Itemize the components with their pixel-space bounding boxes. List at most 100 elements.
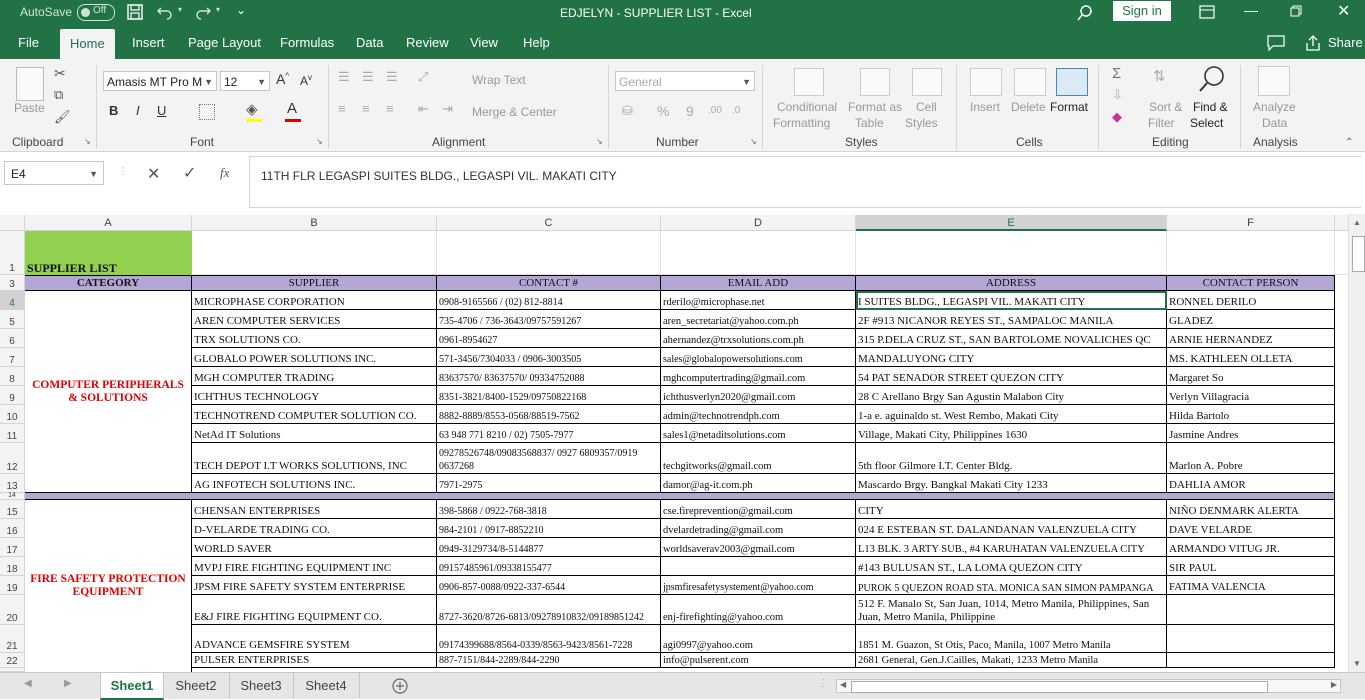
borders-icon[interactable]	[199, 104, 215, 120]
contact-person-cell[interactable]: Jasmine Andres	[1167, 424, 1335, 443]
email-cell[interactable]: ichthusverlyn2020@gmail.com	[661, 386, 856, 405]
save-icon[interactable]	[127, 4, 143, 20]
delete-cells-icon[interactable]	[1014, 68, 1046, 96]
tab-split-grip-icon[interactable]: ⋮	[818, 678, 828, 689]
select-all-corner[interactable]	[0, 215, 25, 231]
increase-font-icon[interactable]: A^	[276, 71, 289, 87]
previous-sheet-icon[interactable]: ◀	[24, 678, 32, 689]
horizontal-scroll-thumb[interactable]	[851, 681, 1268, 693]
row-header[interactable]: 19	[0, 576, 25, 595]
email-cell[interactable]: worldsaverav2003@gmail.com	[661, 538, 856, 557]
contact-person-cell[interactable]: MS. KATHLEEN OLLETA	[1167, 348, 1335, 367]
analyze-data-label-2[interactable]: Data	[1262, 116, 1287, 131]
header-address[interactable]: ADDRESS	[856, 275, 1167, 291]
share-button[interactable]: Share	[1328, 35, 1363, 50]
number-format-combo[interactable]: General ▼	[615, 71, 755, 91]
header-contact[interactable]: CONTACT #	[437, 275, 661, 291]
address-cell[interactable]: 1-a e. aguinaldo st. West Rembo, Makati …	[856, 405, 1167, 424]
email-cell[interactable]: aren_secretariat@yahoo.com.ph	[661, 310, 856, 329]
row-header[interactable]: 9	[0, 386, 25, 405]
address-cell[interactable]: Mascardo Brgy. Bangkal Makati City 1233	[856, 474, 1167, 493]
sign-in-button[interactable]: Sign in	[1113, 1, 1171, 21]
column-header-c[interactable]: C	[437, 215, 661, 231]
share-icon[interactable]	[1305, 35, 1321, 51]
address-cell[interactable]: 5th floor Gilmore I.T. Center Bldg.	[856, 443, 1167, 474]
header-supplier[interactable]: SUPPLIER	[192, 275, 437, 291]
fill-icon[interactable]: ⇩	[1112, 87, 1123, 103]
row-header[interactable]: 4	[0, 291, 25, 310]
font-name-combo[interactable]: Amasis MT Pro M ▼	[103, 71, 217, 91]
vertical-scrollbar[interactable]: ▲ ▼	[1348, 214, 1365, 672]
tab-help[interactable]: Help	[513, 26, 560, 59]
find-select-icon[interactable]	[1198, 65, 1226, 93]
row-header[interactable]: 1	[0, 231, 25, 275]
format-as-table-icon[interactable]	[860, 68, 890, 96]
format-as-table-label-1[interactable]: Format as	[848, 100, 902, 115]
address-cell[interactable]: 1851 M. Guazon, St Otis, Paco, Manila, 1…	[856, 625, 1167, 653]
sheet-tab-sheet4[interactable]: Sheet4	[293, 673, 360, 698]
align-middle-icon[interactable]: ☰	[362, 69, 374, 85]
conditional-formatting-label-2[interactable]: Formatting	[773, 116, 830, 131]
alignment-launcher-icon[interactable]: ↘	[596, 137, 603, 146]
sheet-tab-sheet3[interactable]: Sheet3	[229, 673, 294, 698]
close-icon[interactable]: ✕	[1337, 1, 1350, 21]
merge-center-button[interactable]: Merge & Center	[472, 105, 557, 119]
contact-person-cell[interactable]: FATIMA VALENCIA	[1167, 576, 1335, 595]
tab-data[interactable]: Data	[346, 26, 393, 59]
supplier-cell[interactable]: TECH DEPOT I.T WORKS SOLUTIONS, INC	[192, 443, 437, 474]
row-header[interactable]: 7	[0, 348, 25, 367]
header-contact-person[interactable]: CONTACT PERSON	[1167, 275, 1335, 291]
scroll-up-icon[interactable]: ▲	[1353, 218, 1361, 227]
format-as-table-label-2[interactable]: Table	[855, 116, 884, 131]
number-launcher-icon[interactable]: ↘	[750, 137, 757, 146]
row-header[interactable]: 18	[0, 557, 25, 576]
row-header[interactable]: 3	[0, 275, 25, 291]
align-left-icon[interactable]: ≡	[338, 101, 346, 116]
contact-person-cell[interactable]: DAHLIA AMOR	[1167, 474, 1335, 493]
header-email[interactable]: EMAIL ADD	[661, 275, 856, 291]
supplier-cell[interactable]: MICROPHASE CORPORATION	[192, 291, 437, 310]
address-cell[interactable]: Village, Makati City, Philippines 1630	[856, 424, 1167, 443]
cell-styles-label-1[interactable]: Cell	[916, 100, 937, 115]
row-header[interactable]: 22	[0, 653, 25, 668]
contact-person-cell[interactable]	[1167, 625, 1335, 653]
contact-cell[interactable]: 0949-3129734/8-5144877	[437, 538, 661, 557]
supplier-cell[interactable]: PULSER ENTERPRISES	[192, 653, 437, 668]
contact-person-cell[interactable]: SIR PAUL	[1167, 557, 1335, 576]
address-cell[interactable]: 2681 General, Gen.J.Cailles, Makati, 123…	[856, 653, 1167, 668]
supplier-cell[interactable]: TRX SOLUTIONS CO.	[192, 329, 437, 348]
align-right-icon[interactable]: ≡	[386, 101, 394, 116]
cancel-entry-icon[interactable]: ✕	[147, 164, 160, 184]
contact-person-cell[interactable]: ARMANDO VITUG JR.	[1167, 538, 1335, 557]
search-icon[interactable]	[1076, 4, 1094, 22]
supplier-cell[interactable]: ADVANCE GEMSFIRE SYSTEM	[192, 625, 437, 653]
conditional-formatting-icon[interactable]	[794, 68, 824, 96]
supplier-cell[interactable]: ICHTHUS TECHNOLOGY	[192, 386, 437, 405]
increase-indent-icon[interactable]: ⇥	[442, 101, 453, 117]
email-cell[interactable]: mghcomputertrading@gmail.com	[661, 367, 856, 386]
contact-person-cell[interactable]: NIÑO DENMARK ALERTA	[1167, 500, 1335, 519]
supplier-cell[interactable]: AG INFOTECH SOLUTIONS INC.	[192, 474, 437, 493]
column-header-d[interactable]: D	[661, 215, 856, 231]
minimize-icon[interactable]: —	[1244, 2, 1258, 18]
horizontal-scrollbar[interactable]: ◀ ▶	[836, 679, 1341, 693]
row-header[interactable]: 21	[0, 625, 25, 653]
align-top-icon[interactable]: ☰	[338, 69, 350, 85]
autosave-toggle[interactable]: Off	[77, 4, 115, 21]
row-header[interactable]: 20	[0, 595, 25, 625]
supplier-cell[interactable]: MVPJ FIRE FIGHTING EQUIPMENT INC	[192, 557, 437, 576]
email-cell[interactable]: rderilo@microphase.net	[661, 291, 856, 310]
paste-button[interactable]: Paste	[14, 101, 45, 116]
supplier-cell[interactable]: CHENSAN ENTERPRISES	[192, 500, 437, 519]
font-launcher-icon[interactable]: ↘	[316, 137, 323, 146]
contact-cell[interactable]: 09174399688/8564-0339/8563-9423/8561-722…	[437, 625, 661, 653]
supplier-cell[interactable]: JPSM FIRE SAFETY SYSTEM ENTERPRISE	[192, 576, 437, 595]
contact-person-cell[interactable]	[1167, 653, 1335, 668]
email-cell[interactable]	[661, 557, 856, 576]
sheet-title-cell[interactable]: SUPPLIER LIST	[25, 231, 192, 275]
tab-page-layout[interactable]: Page Layout	[178, 26, 271, 59]
increase-decimal-icon[interactable]: .00	[708, 105, 722, 116]
address-cell[interactable]: #143 BULUSAN ST., LA LOMA QUEZON CITY	[856, 557, 1167, 576]
tab-home[interactable]: Home	[60, 29, 115, 59]
sort-filter-label-2[interactable]: Filter	[1148, 116, 1175, 131]
